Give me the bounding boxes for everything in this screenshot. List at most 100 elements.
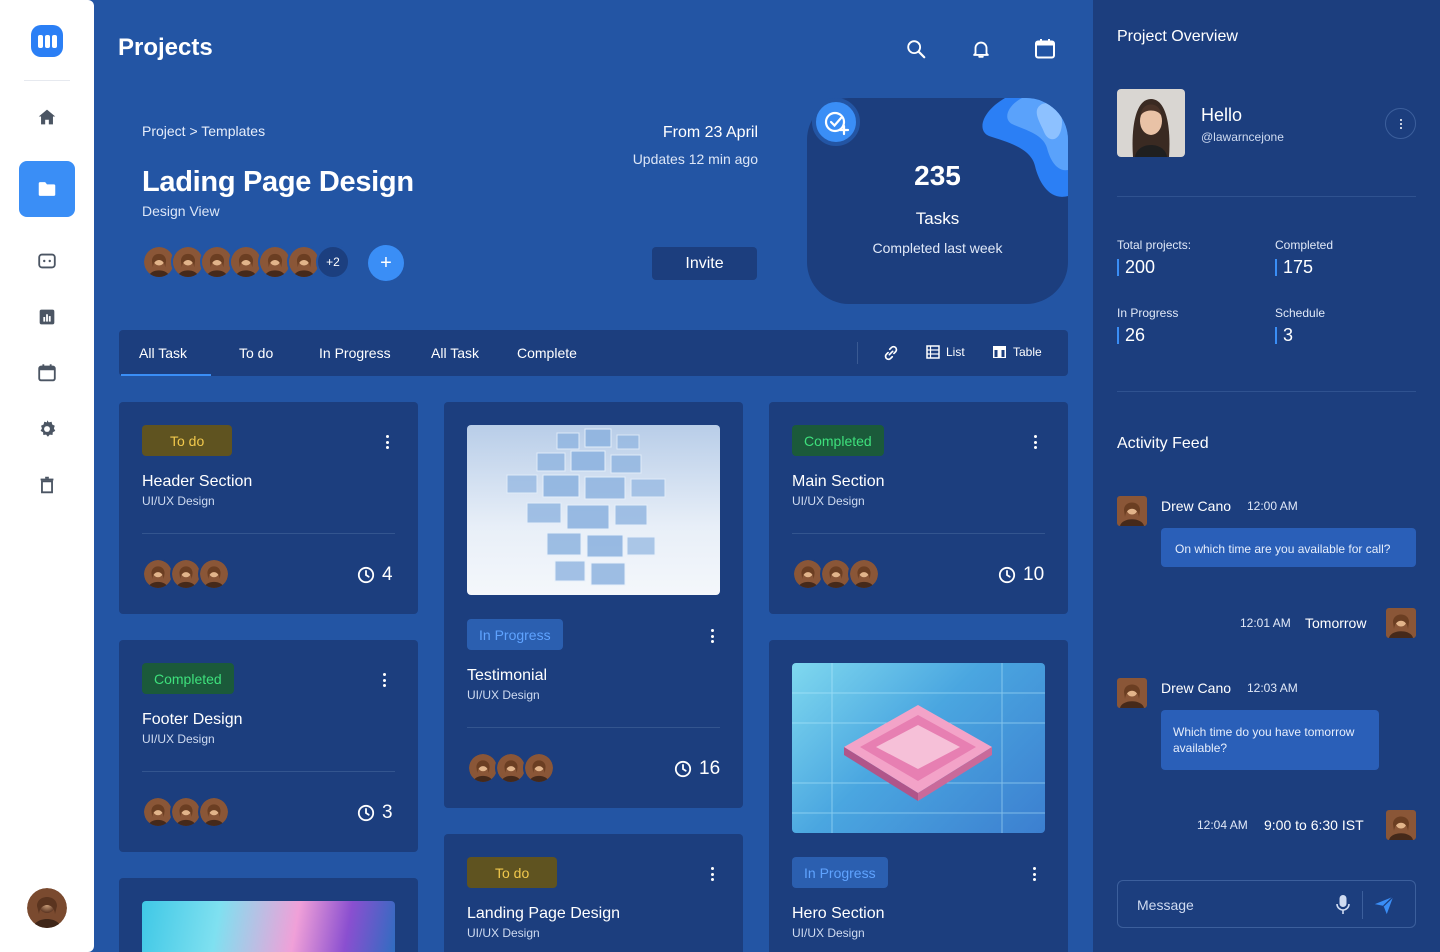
clock-icon xyxy=(674,760,692,778)
card-title: Footer Design xyxy=(142,711,243,728)
user-avatar xyxy=(1386,810,1416,840)
stat-label: Completed xyxy=(1275,238,1334,252)
table-label: Table xyxy=(1013,345,1042,359)
greeting: Hello xyxy=(1201,105,1243,125)
sidebar xyxy=(0,0,94,952)
task-card[interactable]: To do Header Section UI/UX Design 4 xyxy=(119,402,418,614)
clock-icon xyxy=(357,804,375,822)
tab-complete[interactable]: Complete xyxy=(517,345,577,361)
more-options-icon[interactable] xyxy=(1030,435,1040,449)
task-card[interactable]: Completed Main Section UI/UX Design 10 xyxy=(769,402,1068,614)
table-view-button[interactable]: Table xyxy=(992,345,1042,359)
more-options-icon[interactable] xyxy=(707,629,717,643)
message-bubble: On which time are you available for call… xyxy=(1161,528,1416,567)
card-subtitle: UI/UX Design xyxy=(142,494,215,508)
more-options-icon[interactable] xyxy=(707,867,717,881)
member-avatars[interactable]: +2 xyxy=(142,245,350,279)
status-badge: Completed xyxy=(142,663,234,694)
sender-avatar xyxy=(1117,678,1147,708)
time-count: 3 xyxy=(357,802,393,824)
list-label: List xyxy=(946,345,965,359)
member-avatar xyxy=(198,796,230,828)
task-card[interactable]: To do Landing Page Design UI/UX Design xyxy=(444,834,743,952)
send-icon[interactable] xyxy=(1373,894,1395,916)
page-title: Projects xyxy=(118,34,213,61)
stat-value: 175 xyxy=(1275,258,1313,276)
overview-divider xyxy=(1117,391,1416,392)
tab-divider xyxy=(857,342,858,364)
status-badge: In Progress xyxy=(467,619,563,650)
invite-button[interactable]: Invite xyxy=(652,247,757,280)
overview-title: Project Overview xyxy=(1117,28,1238,45)
calendar-icon[interactable] xyxy=(19,345,75,401)
card-title: Header Section xyxy=(142,473,253,490)
list-view-button[interactable]: List xyxy=(926,345,965,359)
list-icon xyxy=(926,345,940,359)
more-options-icon[interactable] xyxy=(1029,867,1039,881)
extra-members-count[interactable]: +2 xyxy=(316,245,350,279)
more-options-icon[interactable] xyxy=(382,435,392,449)
breadcrumb[interactable]: Project > Templates xyxy=(142,123,265,139)
status-badge: To do xyxy=(142,425,233,456)
tasks-count: 235 xyxy=(914,160,961,191)
user-avatar[interactable] xyxy=(27,888,67,928)
tab-to-do[interactable]: To do xyxy=(239,345,273,361)
status-badge: To do xyxy=(467,857,558,888)
home-icon[interactable] xyxy=(19,89,75,145)
task-tabs: All Task To do In Progress All Task Comp… xyxy=(119,330,1068,376)
task-card[interactable]: In Progress Hero Section UI/UX Design xyxy=(769,640,1068,952)
status-badge: In Progress xyxy=(792,857,888,888)
stat-label: Total projects: xyxy=(1117,238,1192,252)
clock-icon xyxy=(998,566,1016,584)
task-card[interactable]: Completed Footer Design UI/UX Design 3 xyxy=(119,640,418,852)
task-card[interactable] xyxy=(119,878,418,952)
profile-options-button[interactable] xyxy=(1385,108,1416,139)
reply-text: 9:00 to 6:30 IST xyxy=(1264,817,1364,833)
count-value: 10 xyxy=(1023,564,1045,585)
more-options-icon xyxy=(1396,118,1406,129)
profile-photo xyxy=(1117,89,1185,157)
message-icon[interactable] xyxy=(19,233,75,289)
bell-icon[interactable] xyxy=(968,36,994,62)
card-divider xyxy=(142,771,395,772)
status-badge: Completed xyxy=(792,425,884,456)
count-value: 4 xyxy=(382,564,393,585)
tab-all-task[interactable]: All Task xyxy=(139,345,187,361)
overview-divider xyxy=(1117,196,1416,197)
task-card[interactable]: In Progress Testimonial UI/UX Design 16 xyxy=(444,402,743,808)
trash-icon[interactable] xyxy=(19,457,75,513)
card-image xyxy=(792,663,1045,833)
card-subtitle: UI/UX Design xyxy=(467,688,540,702)
project-subtitle: Design View xyxy=(142,203,220,219)
more-options-icon[interactable] xyxy=(379,673,389,687)
card-image xyxy=(467,425,720,595)
add-member-button[interactable]: + xyxy=(368,245,404,281)
stat-value: 26 xyxy=(1117,326,1145,344)
card-image xyxy=(142,901,395,952)
user-handle: @lawarncejone xyxy=(1201,130,1284,144)
card-title: Testimonial xyxy=(467,667,548,684)
member-avatar xyxy=(198,558,230,590)
message-bubble: Which time do you have tomorrow availabl… xyxy=(1161,710,1379,770)
tasks-label: Tasks xyxy=(915,209,960,228)
card-title: Landing Page Design xyxy=(467,905,621,922)
stat-label: In Progress xyxy=(1117,306,1179,320)
chart-icon[interactable] xyxy=(19,289,75,345)
calendar-icon[interactable] xyxy=(1032,36,1058,62)
stat-value: 200 xyxy=(1117,258,1155,276)
settings-gear-icon[interactable] xyxy=(19,401,75,457)
search-icon[interactable] xyxy=(903,36,929,62)
microphone-icon[interactable] xyxy=(1335,894,1351,916)
time-count: 10 xyxy=(998,564,1044,586)
message-input[interactable]: Message xyxy=(1117,880,1416,928)
folder-icon[interactable] xyxy=(19,161,75,217)
user-avatar xyxy=(1386,608,1416,638)
link-icon[interactable] xyxy=(881,343,901,363)
tab-all-task-2[interactable]: All Task xyxy=(431,345,479,361)
card-subtitle: UI/UX Design xyxy=(792,926,865,940)
tab-in-progress[interactable]: In Progress xyxy=(319,345,391,361)
card-title: Main Section xyxy=(792,473,885,490)
app-logo-icon[interactable] xyxy=(31,25,63,57)
project-date: From 23 April xyxy=(662,124,758,141)
check-add-icon[interactable] xyxy=(812,98,860,146)
